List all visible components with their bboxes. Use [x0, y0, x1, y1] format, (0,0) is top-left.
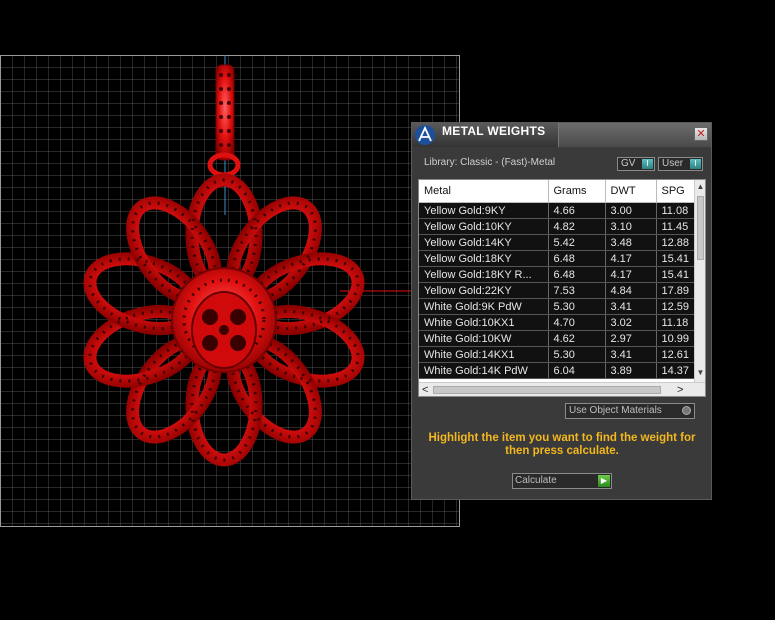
- table-row[interactable]: Yellow Gold:18KY 6.48 4.17 15.41: [419, 250, 695, 267]
- cell-grams: 4.70: [548, 314, 606, 331]
- scroll-down-icon[interactable]: ▼: [695, 368, 705, 378]
- cell-grams: 6.04: [548, 362, 606, 379]
- metal-weights-panel: METAL WEIGHTS ✕ Library: Classic - (Fast…: [411, 122, 712, 500]
- cell-dwt: 4.84: [605, 282, 657, 299]
- metal-table-container[interactable]: Metal Grams DWT SPG Yellow Gold:9KY 4.66 3…: [418, 179, 706, 397]
- horizontal-scrollbar[interactable]: < >: [419, 382, 705, 396]
- cell-metal: Yellow Gold:14KY: [419, 234, 549, 251]
- table-row[interactable]: White Gold:9K PdW 5.30 3.41 12.59: [419, 298, 695, 315]
- cell-dwt: 2.97: [605, 330, 657, 347]
- table-row[interactable]: Yellow Gold:18KY R... 6.48 4.17 15.41: [419, 266, 695, 283]
- instruction-text: Highlight the item you want to find the …: [428, 432, 696, 457]
- table-header-row: Metal Grams DWT SPG: [419, 180, 695, 203]
- horizontal-scroll-thumb[interactable]: [433, 386, 661, 394]
- scroll-up-icon[interactable]: ▲: [695, 182, 705, 192]
- panel-title: METAL WEIGHTS: [442, 124, 546, 138]
- cell-grams: 5.42: [548, 234, 606, 251]
- panel-titlebar[interactable]: METAL WEIGHTS ✕: [412, 123, 711, 147]
- cell-metal: Yellow Gold:22KY: [419, 282, 549, 299]
- library-label: Library: Classic - (Fast)-Metal: [424, 157, 556, 168]
- cell-grams: 5.30: [548, 346, 606, 363]
- table-row[interactable]: Yellow Gold:22KY 7.53 4.84 17.89: [419, 282, 695, 299]
- table-row[interactable]: Yellow Gold:10KY 4.82 3.10 11.45: [419, 218, 695, 235]
- cell-spg: 15.41: [656, 266, 695, 283]
- cell-grams: 6.48: [548, 250, 606, 267]
- cell-grams: 7.53: [548, 282, 606, 299]
- cell-metal: White Gold:10KX1: [419, 314, 549, 331]
- toggle-switch-icon: I: [690, 159, 701, 169]
- cell-dwt: 3.41: [605, 298, 657, 315]
- cell-dwt: 3.02: [605, 314, 657, 331]
- cell-dwt: 4.17: [605, 266, 657, 283]
- table-row[interactable]: Yellow Gold:14KY 5.42 3.48 12.88: [419, 234, 695, 251]
- cell-dwt: 3.41: [605, 346, 657, 363]
- cell-metal: White Gold:10KW: [419, 330, 549, 347]
- column-header-grams[interactable]: Grams: [548, 180, 606, 203]
- cell-dwt: 3.89: [605, 362, 657, 379]
- cell-grams: 4.66: [548, 202, 606, 219]
- column-header-spg[interactable]: SPG: [656, 180, 695, 203]
- scroll-right-icon[interactable]: >: [677, 383, 683, 396]
- toggle-switch-icon: I: [642, 159, 653, 169]
- cell-grams: 5.30: [548, 298, 606, 315]
- cell-dwt: 3.48: [605, 234, 657, 251]
- cell-metal: White Gold:14KX1: [419, 346, 549, 363]
- table-body: Yellow Gold:9KY 4.66 3.00 11.08 Yellow Gold:…: [419, 202, 695, 379]
- close-icon: ✕: [696, 128, 706, 140]
- cell-dwt: 4.17: [605, 250, 657, 267]
- metal-table[interactable]: Metal Grams DWT SPG Yellow Gold:9KY 4.66 3…: [419, 180, 695, 379]
- column-header-dwt[interactable]: DWT: [605, 180, 657, 203]
- gv-toggle[interactable]: GV I: [617, 157, 655, 171]
- vertical-scroll-thumb[interactable]: [697, 196, 704, 260]
- column-header-metal[interactable]: Metal: [419, 180, 549, 203]
- cell-metal: Yellow Gold:18KY: [419, 250, 549, 267]
- cell-spg: 11.08: [656, 202, 695, 219]
- cell-spg: 11.45: [656, 218, 695, 235]
- use-object-materials-label: Use Object Materials: [569, 405, 662, 416]
- cell-spg: 14.37: [656, 362, 695, 379]
- cell-metal: White Gold:9K PdW: [419, 298, 549, 315]
- table-row[interactable]: White Gold:14K PdW 6.04 3.89 14.37: [419, 362, 695, 379]
- cell-spg: 12.88: [656, 234, 695, 251]
- table-row[interactable]: White Gold:10KX1 4.70 3.02 11.18: [419, 314, 695, 331]
- cell-metal: Yellow Gold:18KY R...: [419, 266, 549, 283]
- 3d-viewport[interactable]: [0, 55, 460, 527]
- radio-icon: [682, 406, 691, 415]
- table-row[interactable]: White Gold:14KX1 5.30 3.41 12.61: [419, 346, 695, 363]
- cell-spg: 17.89: [656, 282, 695, 299]
- calculate-button[interactable]: Calculate ▶: [512, 473, 612, 489]
- cell-spg: 12.59: [656, 298, 695, 315]
- scroll-left-icon[interactable]: <: [422, 383, 428, 396]
- user-toggle-label: User: [662, 158, 684, 169]
- cell-grams: 4.62: [548, 330, 606, 347]
- cell-spg: 15.41: [656, 250, 695, 267]
- cell-dwt: 3.00: [605, 202, 657, 219]
- app-logo-icon: [415, 125, 435, 145]
- cell-spg: 12.61: [656, 346, 695, 363]
- gv-toggle-label: GV: [621, 158, 636, 169]
- viewport-canvas[interactable]: [0, 55, 460, 527]
- cell-grams: 4.82: [548, 218, 606, 235]
- play-arrow-icon: ▶: [598, 475, 610, 487]
- cell-metal: Yellow Gold:9KY: [419, 202, 549, 219]
- vertical-scrollbar[interactable]: ▲ ▼: [694, 180, 705, 382]
- close-button[interactable]: ✕: [694, 127, 708, 141]
- cell-spg: 10.99: [656, 330, 695, 347]
- use-object-materials-toggle[interactable]: Use Object Materials: [565, 403, 695, 419]
- cell-spg: 11.18: [656, 314, 695, 331]
- table-row[interactable]: Yellow Gold:9KY 4.66 3.00 11.08: [419, 202, 695, 219]
- cell-dwt: 3.10: [605, 218, 657, 235]
- cell-metal: Yellow Gold:10KY: [419, 218, 549, 235]
- calculate-label: Calculate: [515, 475, 557, 486]
- table-row[interactable]: White Gold:10KW 4.62 2.97 10.99: [419, 330, 695, 347]
- user-toggle[interactable]: User I: [658, 157, 703, 171]
- cell-grams: 6.48: [548, 266, 606, 283]
- cell-metal: White Gold:14K PdW: [419, 362, 549, 379]
